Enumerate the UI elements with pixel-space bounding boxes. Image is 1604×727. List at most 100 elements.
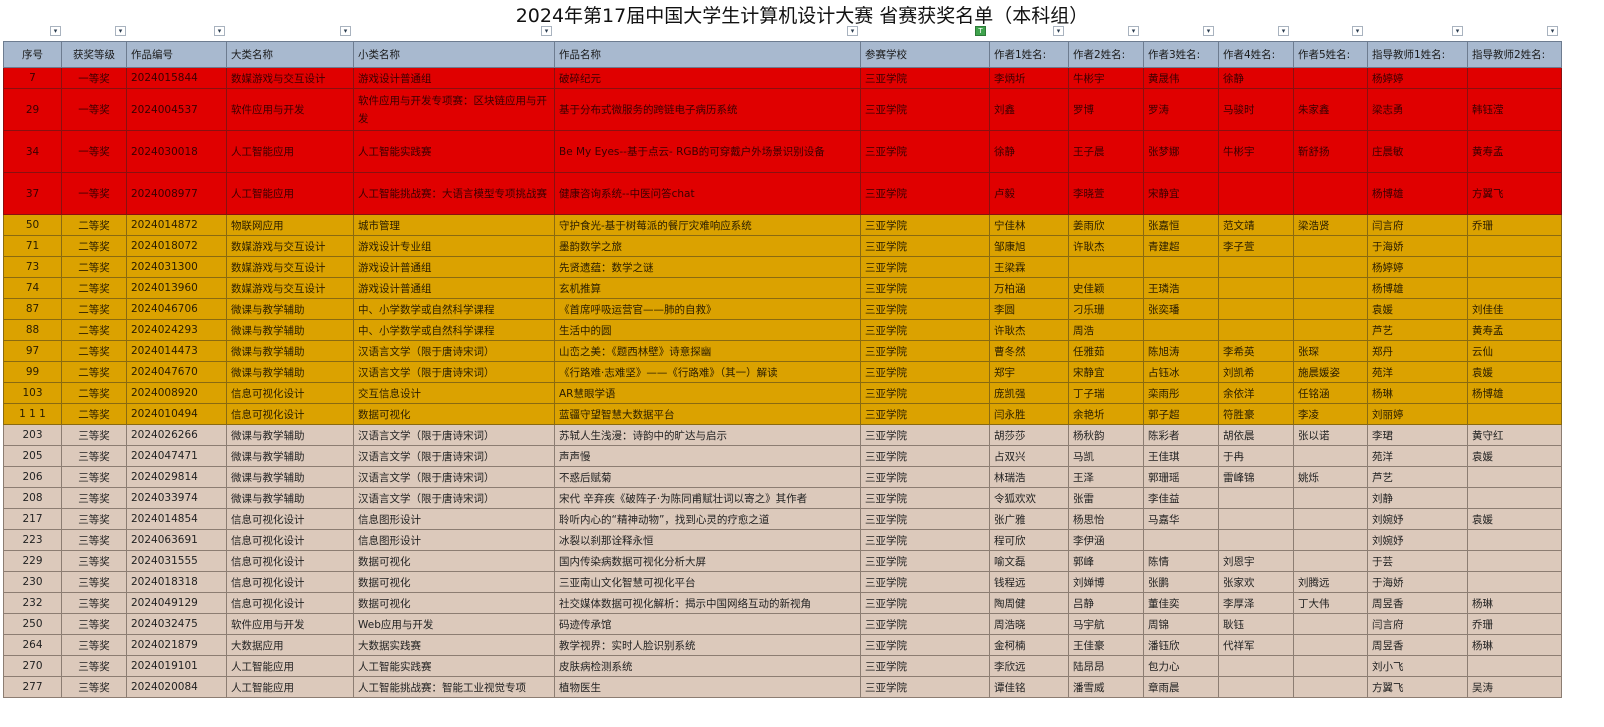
table-cell[interactable]: 软件应用与开发专项赛：区块链应用与开发 [353,88,555,131]
table-row[interactable]: 73 二等奖 2024031300 数媒游戏与交互设计 游戏设计普通组 先贤遗蕴：数学之谜… [3,256,1562,278]
table-row[interactable]: 87 二等奖 2024046706 微课与教学辅助 中、小学数学或自然科学课程 《首席呼吸… [3,298,1562,320]
table-cell[interactable]: 三等奖 [61,466,127,488]
table-cell[interactable]: 黄守红 [1467,424,1562,446]
table-cell[interactable]: 苏轼人生浅漫：诗韵中的旷达与启示 [554,424,861,446]
table-cell[interactable]: 二等奖 [61,403,127,425]
table-cell[interactable]: Web应用与开发 [353,613,555,635]
table-cell[interactable]: 2024014872 [126,214,227,236]
table-cell[interactable]: 胡莎莎 [989,424,1069,446]
table-cell[interactable]: 34 [3,130,62,173]
table-cell[interactable]: 周昱香 [1367,592,1468,614]
table-cell[interactable]: 三亚学院 [860,88,990,131]
table-cell[interactable]: 陈彩者 [1143,424,1219,446]
table-cell[interactable]: 三亚学院 [860,214,990,236]
table-cell[interactable] [1293,655,1368,677]
table-cell[interactable]: 数媒游戏与交互设计 [226,277,354,299]
table-cell[interactable]: 喻文磊 [989,550,1069,572]
table-cell[interactable] [1218,256,1294,278]
table-cell[interactable]: 国内传染病数据可视化分析大屏 [554,550,861,572]
table-cell[interactable]: 人工智能应用 [226,172,354,215]
table-cell[interactable]: 三等奖 [61,676,127,698]
table-cell[interactable]: 不惑后赋菊 [554,466,861,488]
table-cell[interactable]: 郑丹 [1367,340,1468,362]
table-cell[interactable]: 罗博 [1068,88,1144,131]
table-cell[interactable]: 皮肤病检测系统 [554,655,861,677]
table-cell[interactable]: 史佳颖 [1068,277,1144,299]
table-cell[interactable]: 三亚学院 [860,550,990,572]
table-cell[interactable]: 李圆 [989,298,1069,320]
table-cell[interactable]: 《首席呼吸运营官——肺的自救》 [554,298,861,320]
table-cell[interactable] [1293,676,1368,698]
header-cell[interactable]: 作者2姓名: [1068,41,1144,68]
header-cell[interactable]: 作者1姓名: [989,41,1069,68]
table-cell[interactable]: 人工智能实践赛 [353,655,555,677]
table-cell[interactable]: 于海娇 [1367,571,1468,593]
table-cell[interactable]: 闫言府 [1367,214,1468,236]
table-cell[interactable]: 中、小学数学或自然科学课程 [353,319,555,341]
table-cell[interactable]: 马骏时 [1218,88,1294,131]
table-cell[interactable] [1143,529,1219,551]
table-cell[interactable]: 生活中的圆 [554,319,861,341]
table-cell[interactable]: 223 [3,529,62,551]
table-cell[interactable]: 2024015844 [126,67,227,89]
table-cell[interactable]: 周浩晓 [989,613,1069,635]
table-cell[interactable]: 张广雅 [989,508,1069,530]
table-cell[interactable]: 99 [3,361,62,383]
table-cell[interactable]: 数据可视化 [353,592,555,614]
table-cell[interactable]: 许耿杰 [1068,235,1144,257]
table-cell[interactable] [1293,67,1368,89]
table-cell[interactable]: 三亚学院 [860,634,990,656]
table-cell[interactable]: 2024018072 [126,235,227,257]
table-cell[interactable]: 软件应用与开发 [226,88,354,131]
table-cell[interactable]: 三亚学院 [860,445,990,467]
table-cell[interactable]: 玄机推算 [554,277,861,299]
table-cell[interactable]: 二等奖 [61,298,127,320]
table-cell[interactable]: 符胜豪 [1218,403,1294,425]
table-cell[interactable]: 闫言府 [1367,613,1468,635]
table-cell[interactable]: 王梁霖 [989,256,1069,278]
table-cell[interactable]: 2024008977 [126,172,227,215]
table-cell[interactable]: 王佳琪 [1143,445,1219,467]
header-cell[interactable]: 作者3姓名: [1143,41,1219,68]
table-cell[interactable]: 信息可视化设计 [226,382,354,404]
table-cell[interactable]: 2024049129 [126,592,227,614]
table-cell[interactable]: 三等奖 [61,592,127,614]
table-cell[interactable]: 29 [3,88,62,131]
table-cell[interactable]: 张琛 [1293,340,1368,362]
table-cell[interactable]: 信息可视化设计 [226,571,354,593]
table-cell[interactable]: 苑洋 [1367,361,1468,383]
table-cell[interactable]: 乔珊 [1467,613,1562,635]
table-cell[interactable]: 三亚学院 [860,235,990,257]
table-cell[interactable]: 游戏设计普通组 [353,277,555,299]
table-row[interactable]: 99 二等奖 2024047670 微课与教学辅助 汉语言文学（限于唐诗宋词） 《行路难·… [3,361,1562,383]
table-cell[interactable]: 2024013960 [126,277,227,299]
table-cell[interactable]: 庄晨敏 [1367,130,1468,173]
table-cell[interactable]: 2024032475 [126,613,227,635]
table-cell[interactable] [1467,277,1562,299]
table-cell[interactable]: Be My Eyes--基于点云- RGB的可穿戴户外场景识别设备 [554,130,861,173]
table-cell[interactable]: 人工智能挑战赛：智能工业视觉专项 [353,676,555,698]
table-cell[interactable]: 丁大伟 [1293,592,1368,614]
table-cell[interactable]: 王佳豪 [1068,634,1144,656]
table-cell[interactable] [1467,235,1562,257]
table-cell[interactable]: 二等奖 [61,235,127,257]
table-cell[interactable]: 1 1 1 [3,403,62,425]
table-row[interactable]: 7 一等奖 2024015844 数媒游戏与交互设计 游戏设计普通组 破碎纪元 三亚学院 李炳… [3,67,1562,89]
table-cell[interactable]: 城市管理 [353,214,555,236]
table-cell[interactable]: 三等奖 [61,655,127,677]
table-cell[interactable]: 董佳奕 [1143,592,1219,614]
table-cell[interactable]: 数媒游戏与交互设计 [226,235,354,257]
table-cell[interactable]: 三亚学院 [860,613,990,635]
table-cell[interactable]: 人工智能实践赛 [353,130,555,173]
table-cell[interactable]: 代祥军 [1218,634,1294,656]
table-cell[interactable]: 73 [3,256,62,278]
header-cell[interactable]: 作品编号 [126,41,227,68]
table-cell[interactable]: 二等奖 [61,214,127,236]
filter-active-icon[interactable]: T [975,26,986,36]
table-cell[interactable]: 二等奖 [61,277,127,299]
table-cell[interactable]: 黄寿孟 [1467,130,1562,173]
table-cell[interactable]: 二等奖 [61,256,127,278]
table-cell[interactable]: 2024063691 [126,529,227,551]
table-cell[interactable]: 潘钰欣 [1143,634,1219,656]
table-cell[interactable]: 217 [3,508,62,530]
